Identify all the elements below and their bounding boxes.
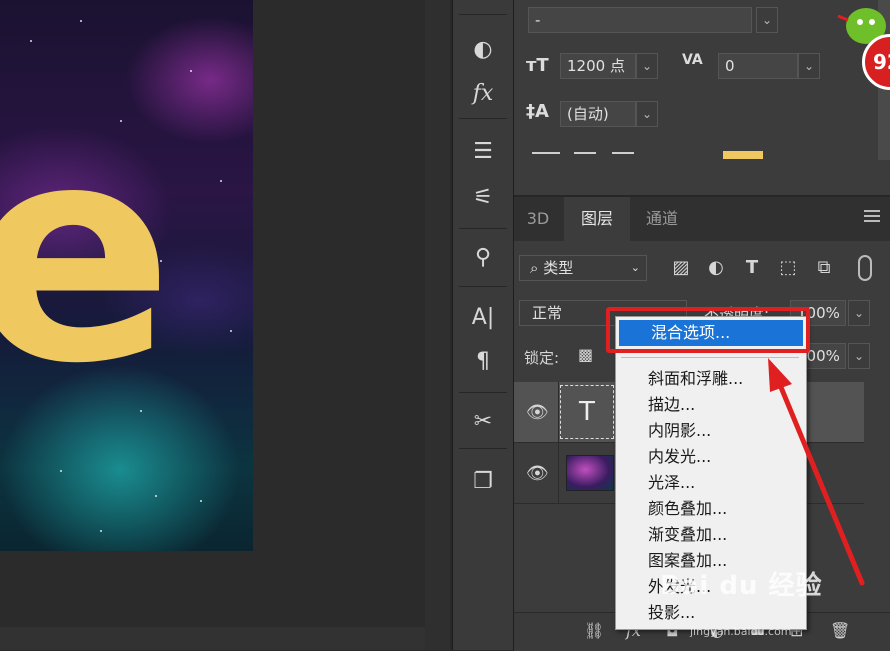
menu-item-drop-shadow[interactable]: 投影... bbox=[616, 600, 806, 626]
menu-item-inner-glow[interactable]: 内发光... bbox=[616, 444, 806, 470]
separator bbox=[558, 382, 559, 442]
star-dot bbox=[155, 495, 157, 497]
font-style-dropdown[interactable]: ⌄ bbox=[756, 7, 778, 33]
eye-icon[interactable]: 👁 bbox=[526, 463, 549, 484]
baidu-watermark-url: jingyan.baidu.com bbox=[690, 625, 792, 638]
fill-dropdown[interactable]: ⌄ bbox=[848, 343, 870, 369]
align-left-icon[interactable] bbox=[532, 152, 560, 154]
star-dot bbox=[100, 530, 102, 532]
opacity-dropdown[interactable]: ⌄ bbox=[848, 300, 870, 326]
adjustments-icon[interactable]: ◐ bbox=[466, 32, 500, 66]
baidu-watermark: Bai du 经验 bbox=[660, 571, 823, 601]
search-icon: ⌕ bbox=[530, 259, 539, 277]
document-canvas-area[interactable]: e bbox=[0, 0, 425, 650]
star-dot bbox=[190, 70, 192, 72]
menu-separator bbox=[621, 357, 799, 358]
filter-type-icon[interactable]: T bbox=[740, 257, 764, 278]
star-dot bbox=[220, 180, 222, 182]
chevron-down-icon: ⌄ bbox=[630, 261, 640, 274]
font-size-icon: ᴛT bbox=[526, 55, 549, 76]
star-dot bbox=[60, 470, 62, 472]
filter-shape-icon[interactable]: ⬚ bbox=[776, 257, 800, 278]
star-dot bbox=[80, 20, 82, 22]
tab-layers[interactable]: 图层 bbox=[564, 197, 630, 241]
canvas-text-letter: e bbox=[0, 80, 174, 429]
star-dot bbox=[230, 330, 232, 332]
trash-icon[interactable]: 🗑 bbox=[830, 621, 850, 640]
star-dot bbox=[30, 40, 32, 42]
layers-panel-tabs: 3D 图层 通道 bbox=[514, 197, 890, 241]
tracking-field[interactable]: 0 bbox=[718, 53, 798, 79]
canvas-vertical-scrollbar[interactable] bbox=[425, 0, 450, 650]
annotation-highlight-box bbox=[606, 307, 810, 353]
image-layer-thumbnail[interactable] bbox=[566, 455, 614, 491]
separator bbox=[558, 443, 559, 503]
text-color-swatch[interactable] bbox=[723, 151, 763, 159]
lock-transparent-icon[interactable]: ▩ bbox=[578, 345, 593, 364]
leading-dropdown[interactable]: ⌄ bbox=[636, 101, 658, 127]
separator bbox=[459, 392, 507, 393]
panel-menu-icon[interactable] bbox=[864, 210, 880, 224]
align-center-icon[interactable] bbox=[574, 152, 596, 154]
layer-filter-label: 类型 bbox=[543, 259, 574, 277]
align-right-icon[interactable] bbox=[612, 152, 634, 154]
brush-settings-icon[interactable]: ☰ bbox=[466, 134, 500, 168]
menu-item-gradient-overlay[interactable]: 渐变叠加... bbox=[616, 522, 806, 548]
leading-field[interactable]: (自动) bbox=[560, 101, 636, 127]
menu-item-inner-shadow[interactable]: 内阴影... bbox=[616, 418, 806, 444]
menu-item-color-overlay[interactable]: 颜色叠加... bbox=[616, 496, 806, 522]
history-panel-icon[interactable]: ❐ bbox=[466, 464, 500, 498]
text-layer-thumbnail[interactable]: T bbox=[560, 385, 614, 439]
menu-item-stroke[interactable]: 描边... bbox=[616, 392, 806, 418]
font-size-dropdown[interactable]: ⌄ bbox=[636, 53, 658, 79]
tracking-icon: VA bbox=[682, 52, 703, 68]
tab-channels[interactable]: 通道 bbox=[632, 197, 692, 241]
menu-item-bevel-emboss[interactable]: 斜面和浮雕... bbox=[616, 366, 806, 392]
character-panel-icon[interactable]: A| bbox=[466, 300, 500, 334]
eye-icon[interactable]: 👁 bbox=[526, 402, 549, 423]
filter-toggle-switch[interactable] bbox=[858, 255, 872, 281]
star-dot bbox=[200, 500, 202, 502]
brush-presets-icon[interactable]: ⚟ bbox=[466, 180, 500, 214]
paragraph-panel-icon[interactable]: ¶ bbox=[466, 344, 500, 378]
font-size-field[interactable]: 1200 点 bbox=[560, 53, 636, 79]
panel-icon-strip: ◐ fx ☰ ⚟ ⚲ A| ¶ ✂ ❐ bbox=[452, 0, 514, 650]
filter-smart-object-icon[interactable]: ⧉ bbox=[812, 257, 836, 278]
clone-source-icon[interactable]: ⚲ bbox=[466, 240, 500, 274]
leading-icon: ‡A bbox=[526, 101, 549, 122]
filter-pixel-icon[interactable]: ▨ bbox=[669, 257, 693, 278]
canvas-status-strip bbox=[0, 627, 425, 650]
lock-label: 锁定: bbox=[524, 349, 560, 367]
separator bbox=[459, 448, 507, 449]
menu-item-satin[interactable]: 光泽... bbox=[616, 470, 806, 496]
filter-adjustment-icon[interactable]: ◐ bbox=[704, 257, 728, 278]
styles-fx-icon[interactable]: fx bbox=[466, 76, 500, 110]
separator bbox=[459, 286, 507, 287]
link-layers-icon[interactable]: ⛓ bbox=[584, 621, 604, 640]
separator bbox=[459, 228, 507, 229]
separator bbox=[459, 118, 507, 119]
font-style-field[interactable]: - bbox=[528, 7, 752, 33]
layer-filter-dropdown[interactable]: ⌕ 类型 ⌄ bbox=[519, 255, 647, 281]
separator bbox=[459, 14, 507, 15]
tracking-dropdown[interactable]: ⌄ bbox=[798, 53, 820, 79]
tab-3d[interactable]: 3D bbox=[514, 197, 562, 241]
tool-presets-icon[interactable]: ✂ bbox=[466, 404, 500, 438]
